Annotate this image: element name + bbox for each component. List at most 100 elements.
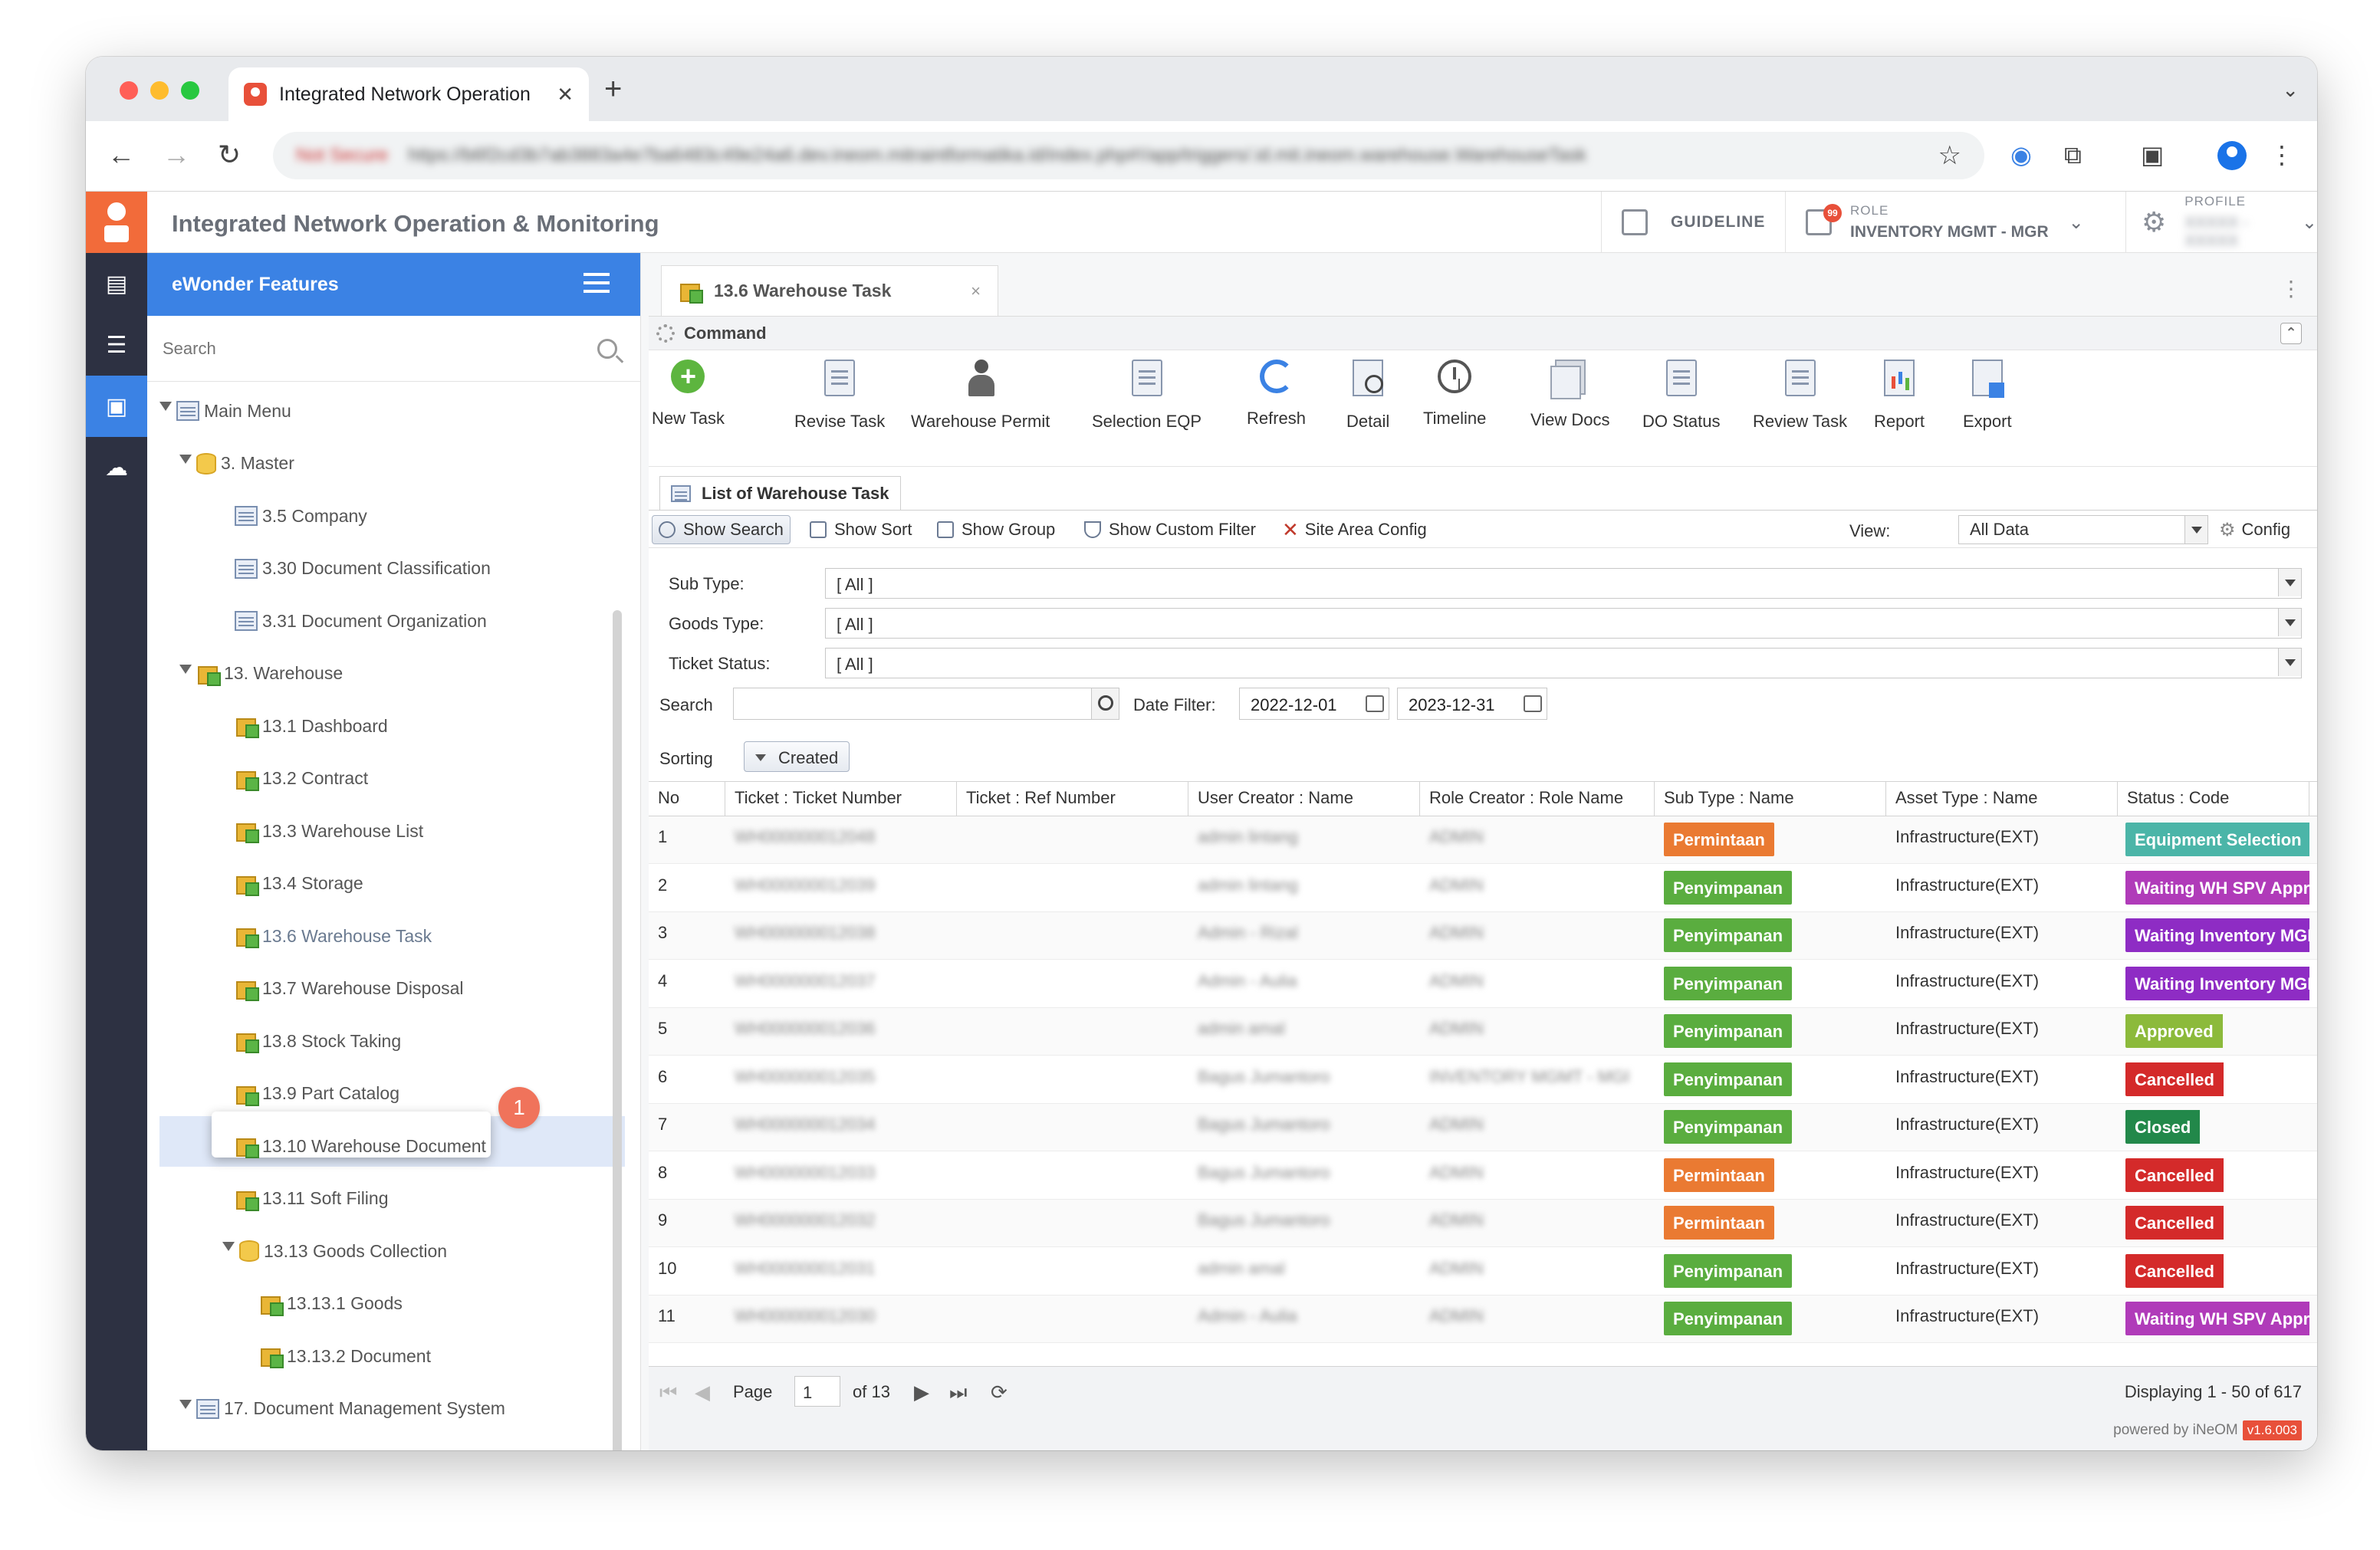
- browser-menu-icon[interactable]: ⋮: [2270, 138, 2294, 172]
- rail-cloud-icon[interactable]: ☁: [86, 437, 147, 498]
- table-row[interactable]: 7 WH000000012034 Bagus Jumantoro ADMIN Penyi…: [649, 1104, 2317, 1151]
- next-page-icon[interactable]: ▶: [914, 1381, 929, 1404]
- page-input[interactable]: 1: [794, 1376, 840, 1407]
- column-header[interactable]: Asset Type : Name: [1886, 782, 2118, 816]
- close-window-button[interactable]: [120, 81, 138, 100]
- sidebar-scrollbar[interactable]: [613, 610, 622, 1450]
- sidebar-item[interactable]: 13.13.2 Document: [259, 1336, 431, 1376]
- sidepanel-icon[interactable]: ▣: [2141, 138, 2164, 172]
- toolbar-button-review-task[interactable]: Review Task: [1753, 360, 1847, 432]
- toolbar-button-warehouse-permit[interactable]: Warehouse Permit: [911, 360, 1050, 432]
- sidebar-item[interactable]: 13.11 Soft Filing: [235, 1179, 389, 1219]
- sidebar-item[interactable]: 13.13.1 Goods: [259, 1284, 403, 1324]
- config-button[interactable]: ⚙ Config: [2219, 515, 2290, 544]
- first-page-icon[interactable]: ⏮: [659, 1381, 677, 1405]
- sidebar-item[interactable]: 3.5 Company: [235, 496, 367, 536]
- site-area-config-button[interactable]: ✕ Site Area Config: [1276, 515, 1433, 544]
- toolbar-button-new-task[interactable]: New Task: [652, 360, 725, 429]
- sidebar-item[interactable]: 13.6 Warehouse Task: [235, 916, 432, 956]
- sidebar-search-input[interactable]: [163, 338, 597, 359]
- toolbar-button-export[interactable]: Export: [1963, 360, 2012, 432]
- toolbar-button-detail[interactable]: Detail: [1346, 360, 1389, 432]
- sidebar-item[interactable]: Main Menu: [159, 391, 291, 431]
- refresh-icon[interactable]: ⟳: [991, 1381, 1008, 1404]
- sidebar-item[interactable]: 13.10 Warehouse Document: [235, 1126, 486, 1166]
- extensions-puzzle-icon[interactable]: ⧉: [2064, 138, 2082, 172]
- sidebar-item[interactable]: 3. Master: [179, 444, 294, 484]
- collapse-button[interactable]: ⌃: [2280, 323, 2302, 344]
- date-to-input[interactable]: 2023-12-31: [1397, 688, 1547, 720]
- new-tab-button[interactable]: +: [604, 74, 622, 104]
- rail-archive-icon[interactable]: ▣: [86, 376, 147, 437]
- table-row[interactable]: 11 WH000000012030 Admin - Aulia ADMIN Penyim…: [649, 1295, 2317, 1343]
- prev-page-icon[interactable]: ◀: [695, 1381, 710, 1404]
- sidebar-item[interactable]: 13. Warehouse: [179, 654, 343, 694]
- sidebar-item[interactable]: 3.30 Document Classification: [235, 549, 491, 589]
- rail-server-icon[interactable]: ☰: [86, 314, 147, 376]
- minimize-window-button[interactable]: [150, 81, 169, 100]
- bookmark-star-icon[interactable]: ☆: [1938, 140, 1961, 171]
- column-header[interactable]: Role Creator : Role Name: [1420, 782, 1655, 816]
- column-header[interactable]: Status : Code: [2118, 782, 2309, 816]
- tab-search-icon[interactable]: ⌄: [2282, 78, 2299, 102]
- filter-select[interactable]: [ All ]: [825, 568, 2302, 599]
- reload-icon[interactable]: ↻: [218, 138, 241, 172]
- filter-select[interactable]: [ All ]: [825, 608, 2302, 639]
- show-search-button[interactable]: Show Search: [652, 515, 791, 544]
- show-custom-filter-button[interactable]: Show Custom Filter: [1078, 515, 1262, 544]
- rail-clipboard-icon[interactable]: ▤: [86, 253, 147, 314]
- tab-warehouse-task[interactable]: 13.6 Warehouse Task ×: [661, 265, 998, 316]
- more-options-icon[interactable]: ⋮: [2280, 276, 2302, 301]
- table-row[interactable]: 10 WH000000012031 admin amal ADMIN Penyimpan…: [649, 1248, 2317, 1295]
- calendar-icon[interactable]: [1366, 695, 1384, 712]
- sidebar-item[interactable]: 13.13 Goods Collection: [222, 1231, 447, 1271]
- sidebar-item[interactable]: 13.8 Stock Taking: [235, 1021, 401, 1061]
- column-header[interactable]: User Creator : Name: [1188, 782, 1420, 816]
- toolbar-button-report[interactable]: Report: [1874, 360, 1925, 432]
- sidebar-item[interactable]: 13.9 Part Catalog: [235, 1074, 399, 1114]
- search-icon[interactable]: [1091, 688, 1119, 719]
- table-row[interactable]: 2 WH000000012039 admin lintang ADMIN Penyimp…: [649, 865, 2317, 912]
- browser-tab-active[interactable]: Integrated Network Operation ✕: [228, 67, 589, 121]
- table-row[interactable]: 5 WH000000012036 admin amal ADMIN Penyimpana…: [649, 1008, 2317, 1056]
- expand-arrow-icon[interactable]: [179, 664, 192, 674]
- date-from-input[interactable]: 2022-12-01: [1239, 688, 1389, 720]
- expand-arrow-icon[interactable]: [179, 1399, 192, 1409]
- profile-selector[interactable]: ⚙ PROFILE XXXXX - XXXXX ⌄: [2125, 192, 2317, 253]
- sidebar-item[interactable]: 3.31 Document Organization: [235, 601, 487, 641]
- sidebar-item[interactable]: 13.1 Dashboard: [235, 706, 388, 746]
- sort-created-button[interactable]: Created: [744, 741, 850, 772]
- close-tab-icon[interactable]: ✕: [557, 83, 574, 107]
- table-row[interactable]: 9 WH000000012032 Bagus Jumantoro ADMIN Permi…: [649, 1200, 2317, 1247]
- toolbar-button-selection-eqp[interactable]: Selection EQP: [1092, 360, 1202, 432]
- toolbar-button-revise-task[interactable]: Revise Task: [794, 360, 885, 432]
- toolbar-button-view-docs[interactable]: View Docs: [1530, 360, 1610, 430]
- sidebar-item[interactable]: 13.4 Storage: [235, 864, 363, 904]
- column-header[interactable]: Sub Type : Name: [1655, 782, 1886, 816]
- forward-icon[interactable]: →: [163, 138, 190, 172]
- column-header[interactable]: Ticket : Ref Number: [957, 782, 1188, 816]
- view-select[interactable]: All Data: [1958, 515, 2208, 544]
- table-row[interactable]: 4 WH000000012037 Admin - Aulia ADMIN Penyimp…: [649, 961, 2317, 1008]
- last-page-icon[interactable]: ⏭: [949, 1381, 967, 1405]
- role-selector[interactable]: 99 ROLE INVENTORY MGMT - MGR ⌄: [1785, 192, 2125, 253]
- filter-select[interactable]: [ All ]: [825, 648, 2302, 678]
- sidebar-item[interactable]: 13.3 Warehouse List: [235, 811, 423, 851]
- calendar-icon[interactable]: [1524, 695, 1542, 712]
- sidebar-item[interactable]: 13.2 Contract: [235, 759, 368, 799]
- guideline-button[interactable]: GUIDELINE: [1601, 192, 1785, 253]
- table-row[interactable]: 1 WH000000012048 admin lintang ADMIN Permint…: [649, 816, 2317, 864]
- profile-avatar-icon[interactable]: [2217, 141, 2247, 170]
- search-input[interactable]: [733, 688, 1119, 720]
- maximize-window-button[interactable]: [181, 81, 199, 100]
- show-group-button[interactable]: Show Group: [931, 515, 1061, 544]
- table-row[interactable]: 3 WH000000012038 Admin - Rizal ADMIN Penyimp…: [649, 912, 2317, 960]
- search-icon[interactable]: [597, 338, 617, 359]
- toolbar-button-do-status[interactable]: DO Status: [1642, 360, 1720, 432]
- sidebar-item[interactable]: 17. Document Management System: [179, 1389, 505, 1429]
- expand-arrow-icon[interactable]: [159, 402, 172, 411]
- column-header[interactable]: Ticket : Ticket Number: [725, 782, 957, 816]
- list-tab[interactable]: List of Warehouse Task: [659, 476, 901, 510]
- toolbar-button-timeline[interactable]: Timeline: [1423, 360, 1486, 429]
- hamburger-menu-icon[interactable]: [583, 273, 610, 293]
